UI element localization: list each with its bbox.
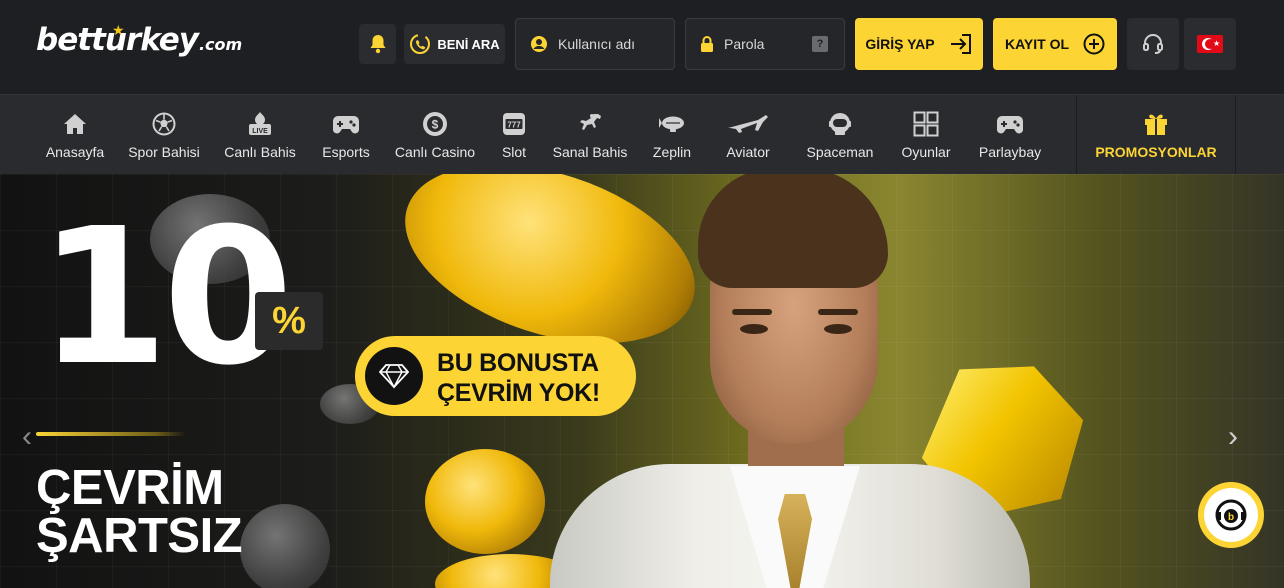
astronaut-icon (827, 110, 853, 138)
nav-item-spor-bahisi[interactable]: Spor Bahisi (127, 95, 201, 175)
nav-label: Canlı Casino (394, 144, 476, 160)
gamepad-icon (996, 110, 1024, 138)
nav-item-oyunlar[interactable]: Oyunlar (898, 95, 954, 175)
login-label: GİRİŞ YAP (865, 36, 935, 52)
password-help-icon[interactable]: ? (812, 36, 828, 52)
username-input[interactable] (558, 36, 658, 52)
gray-coin-decoration (240, 504, 330, 588)
password-input[interactable] (724, 36, 824, 52)
nav-item-esports[interactable]: Esports (320, 95, 372, 175)
bonus-percent-number: 10 (38, 188, 294, 407)
no-wagering-pill: BU BONUSTA ÇEVRİM YOK! (355, 336, 636, 416)
username-field-wrapper (515, 18, 675, 70)
gift-icon (1143, 110, 1169, 138)
main-navigation: Anasayfa Spor Bahisi LIVE Canlı Bahis Es… (0, 94, 1284, 175)
nav-item-parlaybay[interactable]: Parlaybay (976, 95, 1044, 175)
nav-label: Slot (501, 144, 527, 160)
gamepad-icon (332, 110, 360, 138)
zeppelin-icon (658, 110, 686, 138)
nav-item-sanal-bahis[interactable]: Sanal Bahis (550, 95, 630, 175)
nav-label: Aviator (726, 144, 770, 160)
site-logo[interactable]: betturkey .com ★ (36, 22, 242, 66)
chevron-left-icon[interactable]: ‹ (22, 420, 32, 454)
lock-icon (701, 36, 713, 52)
nav-label: Canlı Bahis (224, 144, 296, 160)
svg-text:777: 777 (507, 121, 521, 130)
notifications-button[interactable] (359, 24, 396, 64)
nav-item-spaceman[interactable]: Spaceman (803, 95, 877, 175)
logo-star-icon: ★ (112, 22, 125, 38)
home-icon (63, 110, 87, 138)
register-button[interactable]: KAYIT OL (993, 18, 1117, 70)
register-label: KAYIT OL (1004, 36, 1070, 52)
chevron-right-icon[interactable]: › (1228, 420, 1238, 454)
plus-circle-icon (1083, 33, 1105, 55)
live-support-widget[interactable]: b (1198, 482, 1264, 548)
nav-label: Parlaybay (978, 144, 1042, 160)
banner-model-image (550, 174, 1030, 588)
live-tv-icon: LIVE (247, 110, 273, 138)
nav-label: Sanal Bahis (552, 144, 628, 160)
svg-text:LIVE: LIVE (252, 128, 268, 135)
promotions-label: PROMOSYONLAR (1095, 144, 1217, 160)
airplane-icon (726, 110, 770, 138)
user-icon (531, 36, 547, 52)
grid-icon (913, 110, 939, 138)
svg-text:$: $ (432, 118, 439, 132)
casino-chip-icon: $ (422, 110, 448, 138)
nav-item-zeplin[interactable]: Zeplin (650, 95, 694, 175)
password-field-wrapper: ? (685, 18, 845, 70)
call-me-button[interactable]: BENİ ARA (404, 24, 505, 64)
nav-item-slot[interactable]: 777 Slot (496, 95, 532, 175)
headset-icon (1143, 34, 1163, 54)
slot-machine-icon: 777 (501, 110, 527, 138)
nav-label: Zeplin (652, 144, 692, 160)
nav-label: Spor Bahisi (128, 144, 200, 160)
nav-item-promosyonlar[interactable]: PROMOSYONLAR (1095, 95, 1217, 175)
call-me-label: BENİ ARA (437, 36, 500, 52)
logo-suffix: .com (198, 35, 243, 54)
soccer-ball-icon (151, 110, 177, 138)
nav-item-anasayfa[interactable]: Anasayfa (44, 95, 106, 175)
support-button[interactable] (1127, 18, 1179, 70)
login-arrow-icon (950, 34, 971, 54)
phone-callback-icon (410, 34, 431, 54)
turkey-flag-icon: ★ (1197, 35, 1223, 53)
diamond-icon (365, 347, 423, 405)
nav-item-canli-casino[interactable]: $ Canlı Casino (393, 95, 477, 175)
slider-progress-line (36, 432, 186, 436)
pill-line-2: ÇEVRİM YOK! (437, 379, 600, 407)
nav-label: Oyunlar (901, 144, 951, 160)
nav-label: Spaceman (806, 144, 874, 160)
percent-badge: % (255, 292, 323, 350)
banner-headline: ÇEVRİM ŞARTSIZ (36, 461, 243, 563)
login-button[interactable]: GİRİŞ YAP (855, 18, 983, 70)
headline-line-1: ÇEVRİM (36, 461, 224, 515)
bell-icon (370, 35, 385, 54)
pill-line-1: BU BONUSTA (437, 349, 599, 377)
nav-divider (1235, 95, 1236, 175)
nav-item-canli-bahis[interactable]: LIVE Canlı Bahis (223, 95, 297, 175)
pill-text: BU BONUSTA ÇEVRİM YOK! (437, 348, 600, 408)
top-header: betturkey .com ★ BENİ ARA ? GİRİŞ YAP KA… (0, 0, 1284, 94)
hero-banner[interactable]: 10 % BU BONUSTA ÇEVRİM YOK! ‹ › ÇEVRİM Ş… (0, 174, 1284, 588)
gold-coin-decoration (425, 449, 545, 554)
svg-text:b: b (1228, 512, 1234, 523)
nav-item-aviator[interactable]: Aviator (721, 95, 775, 175)
language-selector[interactable]: ★ (1184, 18, 1236, 70)
headline-line-2: ŞARTSIZ (36, 509, 243, 563)
chat-support-icon: b (1215, 499, 1247, 531)
horse-icon (576, 110, 604, 138)
nav-label: Anasayfa (45, 144, 105, 160)
nav-divider (1076, 95, 1077, 175)
nav-label: Esports (322, 144, 370, 160)
